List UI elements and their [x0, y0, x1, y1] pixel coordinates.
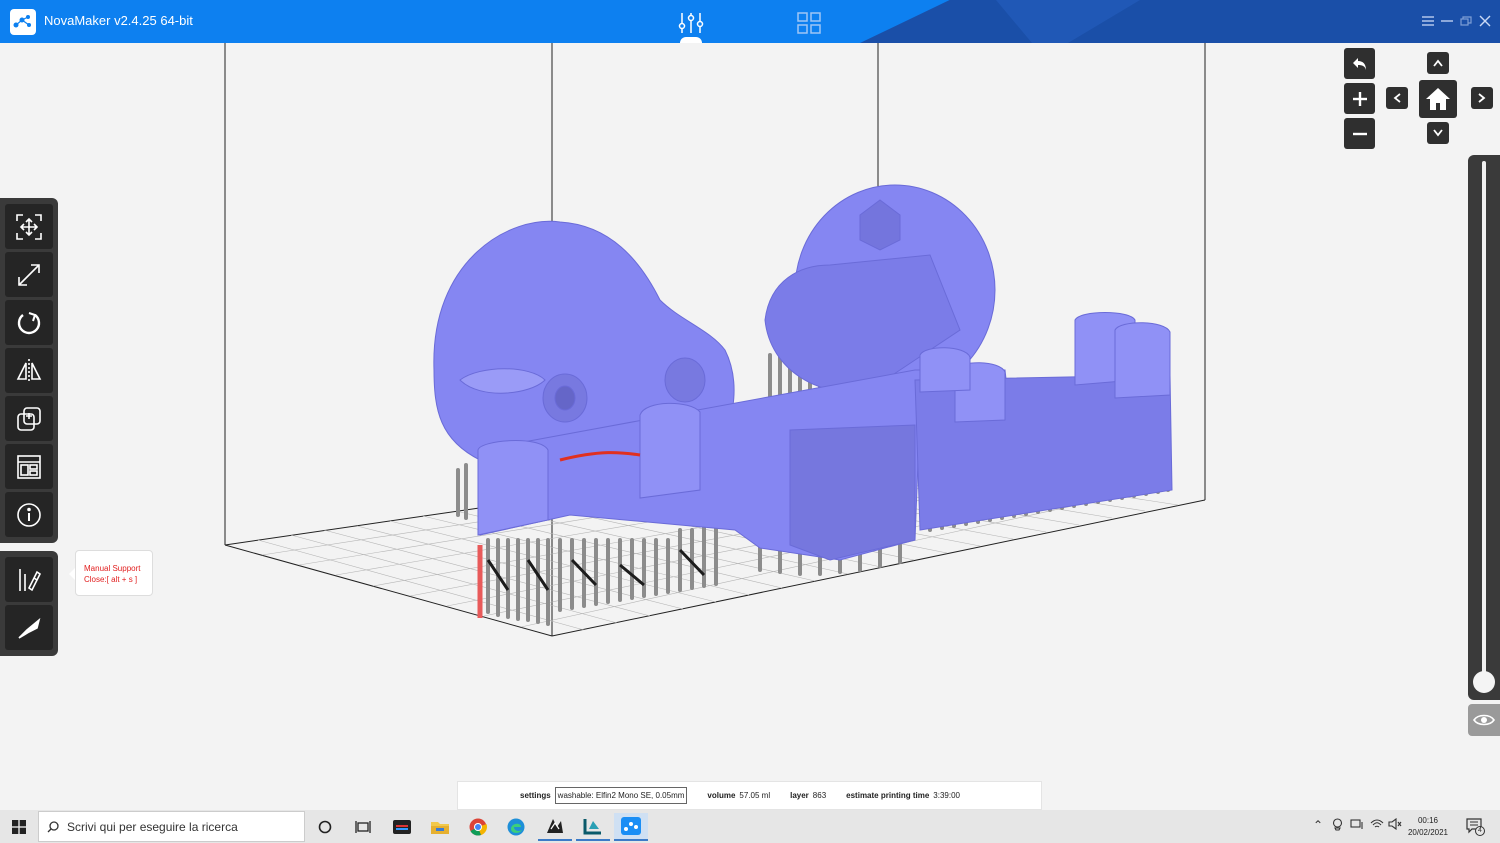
view-left-button[interactable]: [1386, 87, 1408, 109]
tooltip-shortcut: Close:[ alt + s ]: [84, 575, 138, 584]
wifi-icon[interactable]: [1370, 818, 1384, 833]
move-arrows-icon: [16, 213, 42, 240]
windows-logo-icon: [11, 819, 26, 834]
title-bar-shade: [860, 0, 1500, 43]
menu-icon[interactable]: [1420, 13, 1436, 29]
home-icon: [1426, 88, 1450, 110]
support-toolbar: [0, 551, 58, 656]
undo-icon: [1352, 57, 1366, 70]
chevron-down-icon: [1433, 129, 1443, 137]
scale-arrow-icon: [18, 263, 40, 286]
restore-icon[interactable]: [1458, 13, 1474, 29]
chevron-up-icon: [1433, 59, 1443, 67]
knife-icon: [18, 617, 41, 639]
duplicate-icon: [17, 406, 41, 431]
manual-support-tooltip: Manual Support Close:[ alt + s ]: [69, 550, 153, 596]
transform-toolbar: [0, 198, 58, 543]
undo-button[interactable]: [1344, 48, 1375, 79]
chevron-up-icon[interactable]: ⌃: [1313, 818, 1323, 832]
settings-dropdown[interactable]: washable: Elfin2 Mono SE, 0.05mm: [554, 787, 688, 804]
layer-slider[interactable]: [1468, 155, 1500, 700]
start-button[interactable]: [0, 810, 37, 843]
app-icon[interactable]: [538, 813, 572, 841]
tab-grid-icon[interactable]: [796, 10, 822, 36]
chevron-left-icon: [1393, 93, 1401, 103]
novamaker-icon[interactable]: [614, 813, 648, 841]
title-bar: NovaMaker v2.4.25 64-bit: [0, 0, 1500, 43]
task-view-icon[interactable]: [346, 813, 380, 841]
novamaker-logo-icon: [10, 9, 36, 35]
time-label: estimate printing time: [846, 791, 930, 800]
plus-icon: [1352, 91, 1367, 106]
zoom-out-button[interactable]: [1344, 118, 1375, 149]
tooltip-title: Manual Support: [84, 564, 141, 573]
layer-slider-handle[interactable]: [1473, 671, 1495, 693]
auto-arrange-tool[interactable]: [5, 204, 53, 249]
taskbar-search[interactable]: Scrivi qui per eseguire la ricerca: [38, 811, 305, 842]
taskbar-app-icon[interactable]: [385, 813, 419, 841]
layout-tool[interactable]: [5, 444, 53, 489]
rotate-tool[interactable]: [5, 300, 53, 345]
scale-tool[interactable]: [5, 252, 53, 297]
3d-model: [433, 184, 1173, 561]
manual-support-tool[interactable]: [5, 557, 53, 602]
eye-icon: [1473, 714, 1495, 726]
cortana-icon[interactable]: [308, 813, 342, 841]
view-up-button[interactable]: [1427, 52, 1449, 74]
windows-taskbar: Scrivi qui per eseguire la ricerca ⌃ 00:…: [0, 810, 1500, 843]
search-icon: [47, 820, 59, 832]
layer-slider-rail: [1482, 161, 1486, 681]
edge-icon[interactable]: [499, 813, 533, 841]
3d-viewport[interactable]: Manual Support Close:[ alt + s ] setting…: [0, 43, 1500, 810]
system-clock[interactable]: 00:16 20/02/2021: [1404, 815, 1452, 839]
visibility-button[interactable]: [1468, 704, 1500, 736]
volume-value: 57.05 ml: [739, 791, 771, 800]
file-explorer-icon[interactable]: [423, 813, 457, 841]
clock-date: 20/02/2021: [1407, 828, 1449, 837]
info-icon: [17, 502, 41, 527]
build-volume-scene: [224, 43, 1206, 637]
layout-icon: [17, 454, 41, 479]
window-title: NovaMaker v2.4.25 64-bit: [44, 13, 193, 28]
layer-value: 863: [812, 791, 827, 800]
minimize-icon[interactable]: [1439, 13, 1455, 29]
meet-now-icon[interactable]: [1331, 818, 1344, 834]
print-status-bar: settings washable: Elfin2 Mono SE, 0.05m…: [457, 781, 1042, 810]
mirror-tool[interactable]: [5, 348, 53, 393]
mirror-icon: [16, 358, 42, 383]
layer-label: layer: [790, 791, 809, 800]
close-icon[interactable]: [1477, 13, 1493, 29]
volume-label: volume: [707, 791, 736, 800]
cut-tool[interactable]: [5, 605, 53, 650]
notification-count: 4: [1475, 826, 1485, 836]
time-value: 3:39:00: [933, 791, 960, 800]
view-down-button[interactable]: [1427, 122, 1449, 144]
tab-sliders-icon[interactable]: [678, 10, 704, 36]
network-icon[interactable]: [1350, 818, 1364, 833]
search-placeholder: Scrivi qui per eseguire la ricerca: [67, 819, 238, 834]
volume-icon[interactable]: [1388, 817, 1402, 833]
minus-icon: [1352, 132, 1367, 135]
info-tool[interactable]: [5, 492, 53, 537]
duplicate-tool[interactable]: [5, 396, 53, 441]
clock-time: 00:16: [1417, 816, 1439, 825]
notification-center-icon[interactable]: 4: [1466, 818, 1486, 836]
chevron-right-icon: [1478, 93, 1486, 103]
home-view-button[interactable]: [1419, 80, 1457, 118]
view-right-button[interactable]: [1471, 87, 1493, 109]
settings-label: settings: [520, 791, 551, 800]
zoom-in-button[interactable]: [1344, 83, 1375, 114]
chrome-icon[interactable]: [461, 813, 495, 841]
support-pen-icon: [19, 568, 42, 591]
rotate-icon: [17, 311, 41, 334]
slicer-app-icon[interactable]: [576, 813, 610, 841]
